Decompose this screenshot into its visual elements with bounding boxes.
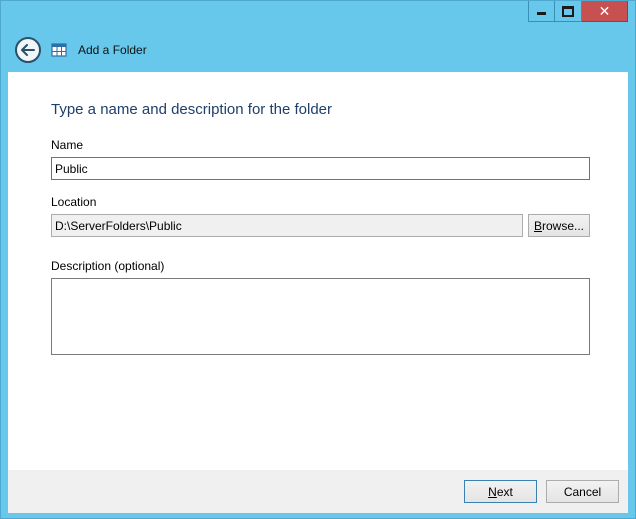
maximize-icon [562, 5, 574, 17]
maximize-button[interactable] [555, 1, 582, 22]
browse-access-key: B [533, 218, 542, 233]
minimize-icon [537, 12, 546, 15]
browse-label: rowse... [542, 218, 585, 233]
next-label: ext [496, 484, 513, 499]
wizard-content: Type a name and description for the fold… [8, 72, 628, 470]
wizard-footer: Next Cancel [8, 470, 628, 513]
close-icon: ✕ [598, 3, 611, 19]
caption-buttons: ✕ [528, 1, 628, 22]
add-folder-window: ✕ Add a Folder Type a name and descripti… [0, 0, 636, 519]
close-button[interactable]: ✕ [582, 1, 628, 22]
wizard-header: Add a Folder [15, 37, 147, 63]
description-input[interactable] [51, 278, 590, 355]
back-button[interactable] [15, 37, 41, 63]
minimize-button[interactable] [528, 1, 555, 22]
cancel-label: Cancel [563, 484, 602, 499]
description-label: Description (optional) [51, 259, 165, 273]
window-title: Add a Folder [78, 43, 147, 57]
cancel-button[interactable]: Cancel [546, 480, 619, 503]
shared-folder-app-icon [51, 42, 67, 58]
location-input[interactable] [51, 214, 523, 237]
page-heading: Type a name and description for the fold… [51, 101, 333, 118]
location-label: Location [51, 195, 97, 209]
name-label: Name [51, 138, 84, 152]
name-input[interactable] [51, 157, 590, 180]
next-access-key: N [488, 484, 497, 499]
back-arrow-icon [21, 44, 35, 56]
next-button[interactable]: Next [464, 480, 537, 503]
browse-button[interactable]: Browse... [528, 214, 590, 237]
